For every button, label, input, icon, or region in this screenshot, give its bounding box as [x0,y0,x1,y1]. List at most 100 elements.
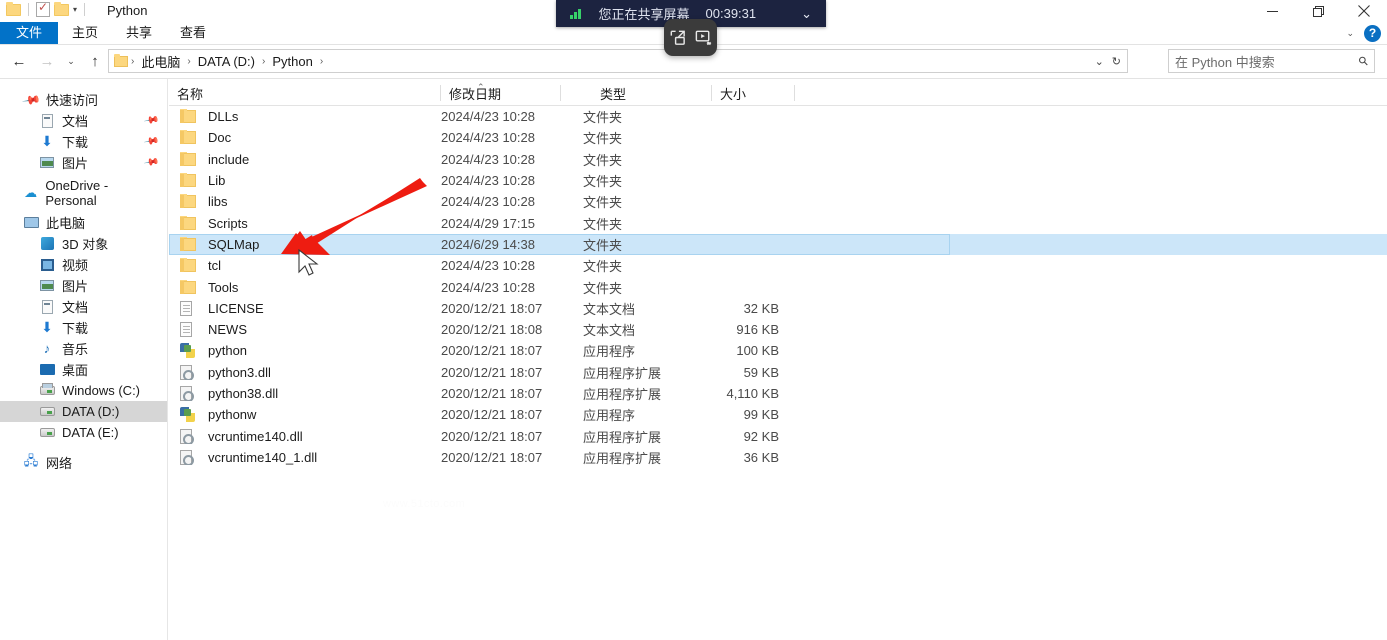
file-name-cell[interactable]: LICENSE [169,300,441,316]
restore-icon[interactable] [1295,0,1341,22]
sharing-tools-popup[interactable] [664,19,717,56]
table-row[interactable]: libs 2024/4/23 10:28 文件夹 [169,191,1387,212]
tab-home[interactable]: 主页 [58,22,112,44]
column-divider[interactable] [560,85,561,101]
file-name-cell[interactable]: SQLMap [169,236,441,252]
tab-file[interactable]: 文件 [0,22,59,44]
column-header-name[interactable]: 名称 [169,80,441,106]
sidebar-item-desktop[interactable]: 桌面 [0,359,167,380]
file-name-cell[interactable]: Doc [169,130,441,145]
sidebar-item-documents-quick[interactable]: 文档 📌 [0,110,167,131]
forward-arrow-icon[interactable]: → [34,48,60,74]
pin-icon[interactable]: 📌 [143,154,160,170]
breadcrumb-this-pc[interactable]: 此电脑 [137,52,184,71]
sidebar-item-label: 图片 [62,279,89,294]
sidebar-item-3d-objects[interactable]: 3D 对象 [0,233,167,254]
chevron-down-icon[interactable]: ⌄ [1095,55,1104,68]
column-divider[interactable] [794,85,795,101]
file-name-cell[interactable]: pythonw [169,407,441,423]
file-name: Lib [208,173,226,189]
up-arrow-icon[interactable]: ↑ [82,48,108,74]
breadcrumb-data-d[interactable]: DATA (D:) [194,54,259,69]
table-row[interactable]: NEWS 2020/12/21 18:08 文本文档 916 KB [169,319,1387,340]
sidebar-item-music[interactable]: ♪ 音乐 [0,338,167,359]
file-name-cell[interactable]: libs [169,194,441,209]
sidebar-item-downloads-quick[interactable]: ⬇ 下载 📌 [0,131,167,152]
file-name-cell[interactable]: python [169,343,441,359]
table-row[interactable]: include 2024/4/23 10:28 文件夹 [169,149,1387,170]
pin-icon[interactable]: 📌 [143,133,160,149]
sidebar-item-pictures-quick[interactable]: 图片 📌 [0,152,167,173]
sidebar-item-windows-c[interactable]: Windows (C:) [0,380,167,401]
chevron-down-icon[interactable]: ⌄ [1346,28,1354,39]
minimize-icon[interactable] [1249,0,1295,22]
video-icon [38,258,56,271]
file-name-cell[interactable]: Scripts [169,215,441,231]
file-name-cell[interactable]: python3.dll [169,364,441,380]
file-name-cell[interactable]: Tools [169,279,441,295]
pin-icon[interactable]: 📌 [143,112,160,128]
address-bar[interactable]: › 此电脑 › DATA (D:) › Python › ⌄ ↻ [108,49,1128,73]
table-row[interactable]: tcl 2024/4/23 10:28 文件夹 [169,255,1387,276]
search-input[interactable]: 在 Python 中搜索 ⚲ [1168,49,1375,73]
column-header-date[interactable]: 修改日期 [441,80,561,106]
file-name-cell[interactable]: DLLs [169,109,441,124]
table-row[interactable]: python3.dll 2020/12/21 18:07 应用程序扩展 59 K… [169,362,1387,383]
file-type-cell: 文件夹 [583,110,623,126]
file-name-cell[interactable]: NEWS [169,322,441,338]
pip-window-icon[interactable] [668,28,687,47]
table-row[interactable]: python38.dll 2020/12/21 18:07 应用程序扩展 4,1… [169,383,1387,404]
close-icon[interactable] [1341,0,1387,22]
chevron-down-icon[interactable]: ▾ [73,3,77,17]
table-row[interactable]: vcruntime140.dll 2020/12/21 18:07 应用程序扩展… [169,425,1387,446]
table-row[interactable]: Tools 2024/4/23 10:28 文件夹 [169,276,1387,297]
file-name-cell[interactable]: tcl [169,258,441,273]
tab-view[interactable]: 查看 [166,22,220,44]
new-folder-icon[interactable] [54,1,69,16]
sidebar-item-videos[interactable]: 视频 [0,254,167,275]
chevron-down-icon[interactable]: ⌄ [801,6,812,22]
file-name-cell[interactable]: python38.dll [169,386,441,401]
file-name: python38.dll [208,386,279,401]
tab-share[interactable]: 共享 [112,22,166,44]
folder-icon [180,151,200,166]
file-list[interactable]: DLLs 2024/4/23 10:28 文件夹 Doc 2024/4/23 1… [169,106,1387,640]
file-name-cell[interactable]: vcruntime140.dll [169,428,441,444]
sidebar-item-label: 文档 [62,114,89,129]
refresh-icon[interactable]: ↻ [1112,55,1121,68]
back-arrow-icon[interactable]: ← [6,48,32,74]
file-name-cell[interactable]: Lib [169,173,441,188]
sidebar-group-quick-access[interactable]: 📌 快速访问 [0,89,167,110]
properties-icon[interactable] [36,0,50,17]
sidebar-group-network[interactable]: 🖧 网络 [0,452,167,473]
file-name-cell[interactable]: include [169,151,441,167]
table-row[interactable]: DLLs 2024/4/23 10:28 文件夹 [169,106,1387,127]
table-row[interactable]: Lib 2024/4/23 10:28 文件夹 [169,170,1387,191]
table-row[interactable]: vcruntime140_1.dll 2020/12/21 18:07 应用程序… [169,447,1387,468]
sidebar-item-data-d[interactable]: DATA (D:) [0,401,167,422]
breadcrumb-python[interactable]: Python [268,54,316,69]
help-button[interactable]: ? [1364,24,1381,42]
search-icon[interactable]: ⚲ [1356,53,1372,69]
file-name: pythonw [208,407,257,423]
sidebar-item-data-e[interactable]: DATA (E:) [0,422,167,443]
table-row[interactable]: LICENSE 2020/12/21 18:07 文本文档 32 KB [169,298,1387,319]
table-row[interactable]: pythonw 2020/12/21 18:07 应用程序 99 KB [169,404,1387,425]
sidebar-item-documents[interactable]: 文档 [0,296,167,317]
column-header-type[interactable]: 类型 [592,80,712,106]
table-row-selected[interactable]: SQLMap 2024/6/29 14:38 文件夹 [169,233,1387,256]
file-name-cell[interactable]: vcruntime140_1.dll [169,449,441,465]
column-header-size[interactable]: 大小 [712,80,795,106]
table-row[interactable]: Doc 2024/4/23 10:28 文件夹 [169,127,1387,148]
sidebar-item-downloads[interactable]: ⬇ 下载 [0,317,167,338]
folder-icon[interactable] [6,1,21,16]
sidebar-group-onedrive[interactable]: ☁ OneDrive - Personal [0,178,167,208]
table-row[interactable]: Scripts 2024/4/29 17:15 文件夹 [169,212,1387,233]
table-row[interactable]: python 2020/12/21 18:07 应用程序 100 KB [169,340,1387,361]
navigation-pane[interactable]: 📌 快速访问 文档 📌 ⬇ 下载 📌 图片 📌 ☁ OneDrive - Per… [0,79,168,640]
sidebar-group-this-pc[interactable]: 此电脑 [0,212,167,233]
recent-locations-icon[interactable]: ⌄ [62,48,80,74]
sidebar-item-pictures[interactable]: 图片 [0,275,167,296]
drive-icon [38,428,56,437]
video-effects-icon[interactable] [694,28,713,47]
